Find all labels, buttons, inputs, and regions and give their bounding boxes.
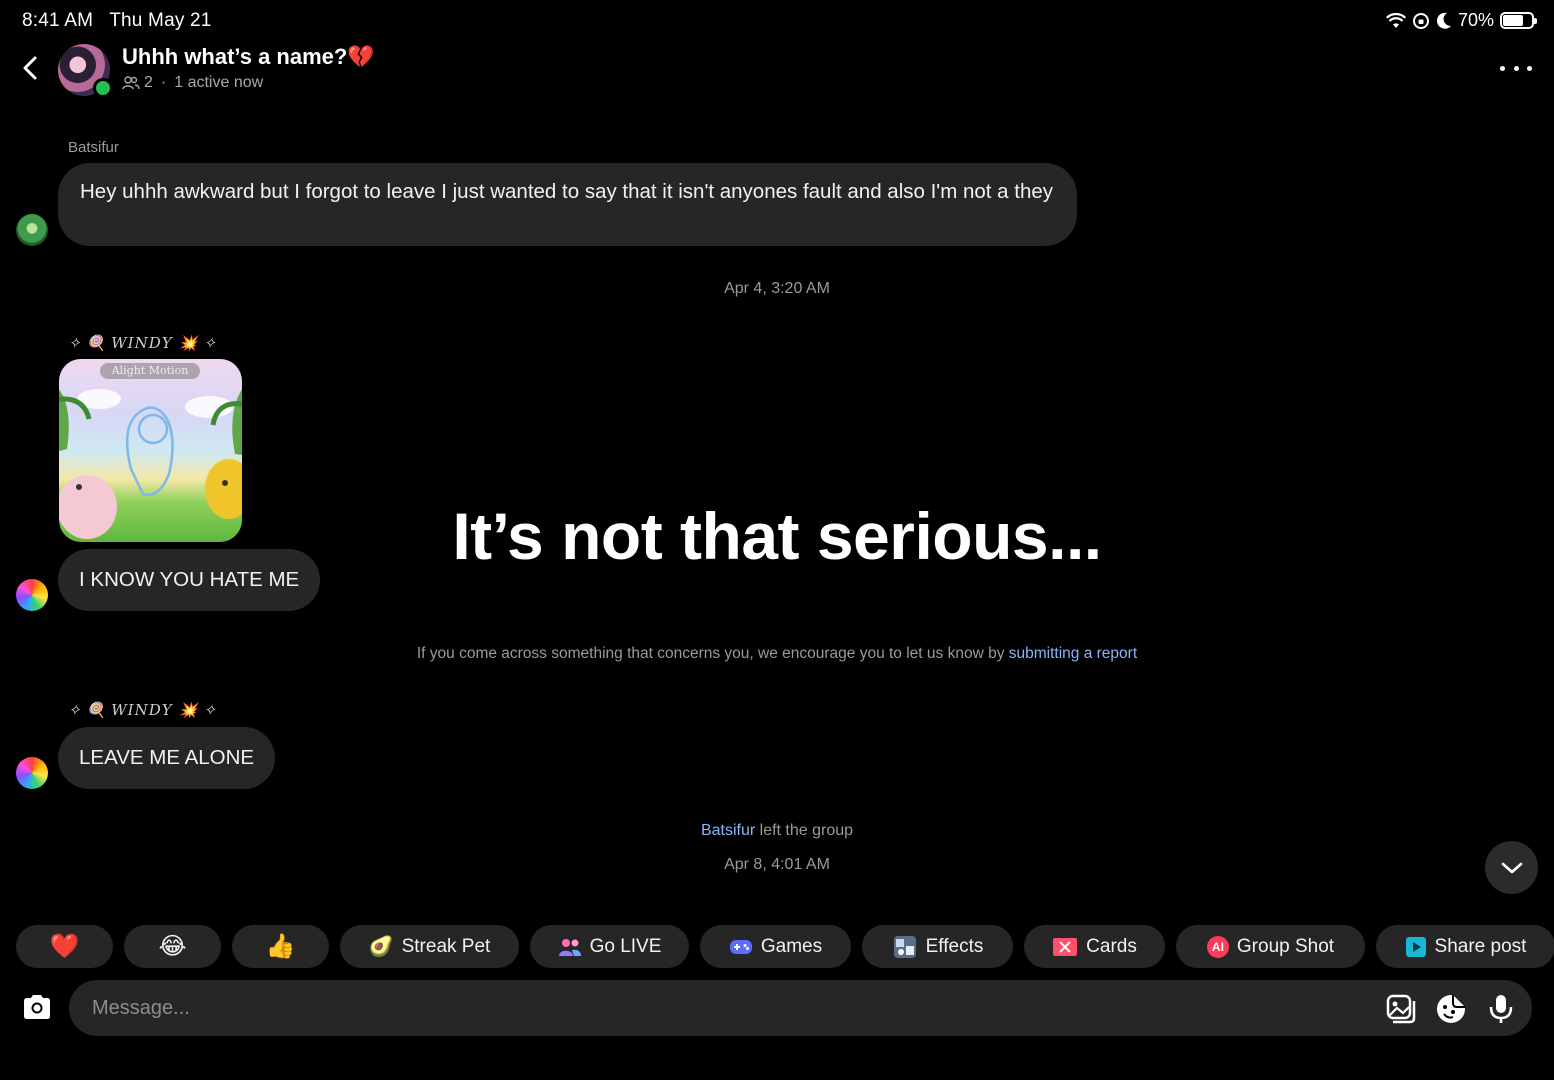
chip-label: Group Shot: [1236, 935, 1335, 957]
laughing-face-icon: 😂: [158, 933, 187, 960]
heart-icon: ❤️: [49, 933, 80, 960]
back-chevron-icon[interactable]: [18, 52, 44, 84]
lollipop-icon: 🍭: [86, 701, 106, 719]
chat-header: Uhhh what’s a name?💔 2 · 1 active now: [0, 40, 1554, 102]
thumbs-up-icon: 👍: [265, 933, 296, 960]
wifi-icon: [1385, 12, 1406, 28]
sender-name: ✧ 🍭 WINDY 💥 ✧: [68, 701, 216, 719]
status-clock: 8:41 AM: [22, 10, 94, 31]
sparkle-icon: ✧: [203, 701, 216, 719]
avocado-icon: 🥑: [368, 936, 394, 958]
system-event-user-link[interactable]: Batsifur: [701, 822, 755, 839]
avatar[interactable]: [16, 757, 48, 789]
battery-fill: [1503, 15, 1523, 26]
sender-label: WINDY: [111, 701, 173, 719]
moon-icon: [1436, 12, 1451, 29]
subtitle-separator: ·: [160, 74, 167, 91]
status-time: 8:41 AM Thu May 21: [22, 10, 212, 32]
gift-card-icon: [1053, 937, 1078, 956]
online-status-dot: [93, 78, 113, 98]
status-date: Thu May 21: [109, 10, 212, 31]
sparkle-icon: ✧: [68, 334, 81, 352]
quick-actions-bar: ❤️ 😂 👍 🥑 Streak Pet Go LIVE Games Effect…: [16, 925, 1554, 968]
ai-badge-icon: AI: [1206, 935, 1229, 958]
more-options-icon[interactable]: [1500, 58, 1532, 78]
message-bubble[interactable]: Hey uhhh awkward but I forgot to leave I…: [58, 163, 1077, 246]
system-event: Batsifur left the group: [0, 822, 1554, 840]
system-event-text: left the group: [759, 822, 854, 839]
active-status: 1 active now: [174, 74, 264, 91]
more-dot: [1513, 65, 1519, 71]
people-live-icon: [558, 938, 581, 956]
scroll-to-bottom-button[interactable]: [1485, 841, 1538, 894]
more-dot: [1527, 65, 1532, 71]
sparkle-icon: ✧: [203, 334, 216, 352]
avatar[interactable]: [16, 579, 48, 611]
play-square-icon: [1405, 936, 1426, 957]
explosion-icon: 💥: [178, 334, 198, 352]
share-post-chip[interactable]: Share post: [1376, 925, 1554, 968]
chip-label: Effects: [925, 935, 984, 957]
safety-overlay-headline: It’s not that serious...: [452, 499, 1102, 573]
group-subtitle: 2 · 1 active now: [122, 74, 263, 92]
sender-name: Batsifur: [68, 139, 119, 156]
timestamp: Apr 8, 4:01 AM: [724, 856, 830, 873]
thumbs-up-reaction-chip[interactable]: 👍: [232, 925, 329, 968]
games-chip[interactable]: Games: [700, 925, 851, 968]
battery-icon: [1500, 12, 1537, 29]
media-watermark: Alight Motion: [100, 363, 200, 379]
gallery-icon[interactable]: [1385, 993, 1417, 1025]
cards-chip[interactable]: Cards: [1024, 925, 1165, 968]
chip-label: Share post: [1434, 935, 1527, 957]
camera-icon[interactable]: [20, 990, 54, 1024]
status-indicators: 70%: [1385, 10, 1537, 31]
report-link[interactable]: submitting a report: [1009, 645, 1137, 662]
effects-icon: [893, 935, 916, 958]
chevron-down-icon: [1501, 862, 1522, 873]
sender-name: ✧ 🍭 WINDY 💥 ✧: [68, 334, 216, 352]
gamepad-icon: [729, 939, 752, 954]
lollipop-icon: 🍭: [86, 334, 106, 352]
message-text: LEAVE ME ALONE: [79, 746, 255, 769]
status-bar: 8:41 AM Thu May 21 70%: [0, 0, 1554, 42]
microphone-icon[interactable]: [1485, 993, 1517, 1025]
explosion-icon: 💥: [178, 701, 198, 719]
message-composer: [0, 980, 1554, 1038]
sticker-icon[interactable]: [1435, 993, 1467, 1025]
heart-reaction-chip[interactable]: ❤️: [16, 925, 113, 968]
report-text: If you come across something that concer…: [416, 645, 1005, 662]
sender-label: WINDY: [111, 334, 173, 352]
effects-chip[interactable]: Effects: [862, 925, 1013, 968]
laugh-reaction-chip[interactable]: 😂: [124, 925, 221, 968]
people-icon: [122, 76, 140, 90]
timestamp: Apr 4, 3:20 AM: [724, 280, 830, 297]
group-shot-chip[interactable]: AI Group Shot: [1176, 925, 1365, 968]
chip-label: Cards: [1086, 935, 1137, 957]
chip-label: Go LIVE: [589, 935, 662, 957]
more-dot: [1500, 65, 1505, 71]
sparkle-icon: ✧: [68, 701, 81, 719]
member-count: 2: [144, 74, 153, 91]
message-bubble[interactable]: LEAVE ME ALONE: [58, 727, 276, 789]
battery-percent: 70%: [1457, 10, 1494, 30]
go-live-chip[interactable]: Go LIVE: [530, 925, 689, 968]
orientation-lock-icon: [1412, 12, 1429, 29]
group-title[interactable]: Uhhh what’s a name?💔: [122, 44, 375, 70]
streak-pet-chip[interactable]: 🥑 Streak Pet: [340, 925, 519, 968]
report-notice: If you come across something that concer…: [0, 645, 1554, 663]
message-text: Hey uhhh awkward but I forgot to leave I…: [80, 180, 1054, 203]
avatar[interactable]: [16, 214, 48, 246]
message-input[interactable]: [69, 980, 1532, 1036]
chip-label: Games: [760, 935, 823, 957]
chip-label: Streak Pet: [401, 935, 491, 957]
